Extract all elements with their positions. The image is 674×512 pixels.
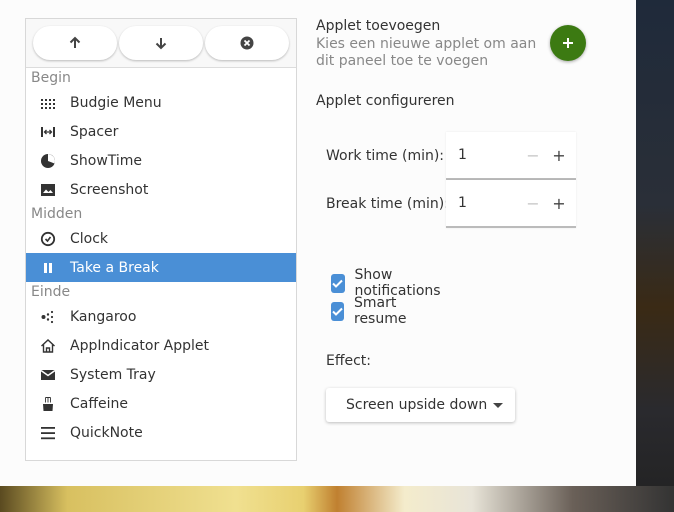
chevron-down-icon bbox=[493, 402, 503, 408]
list-item-showtime[interactable]: ShowTime bbox=[26, 146, 296, 175]
list-item-label: Caffeine bbox=[70, 395, 128, 412]
list-item-spacer[interactable]: Spacer bbox=[26, 117, 296, 146]
list-item-label: System Tray bbox=[70, 366, 156, 383]
list-item-screenshot[interactable]: Screenshot bbox=[26, 175, 296, 204]
arrow-down-icon bbox=[155, 38, 167, 50]
list-item-clock[interactable]: Clock bbox=[26, 224, 296, 253]
break-time-spinbutton: 1 − + bbox=[446, 180, 576, 228]
list-item-label: Screenshot bbox=[70, 181, 149, 198]
section-label-begin: Begin bbox=[31, 70, 71, 86]
work-time-value[interactable]: 1 bbox=[446, 147, 520, 163]
checkmark-icon bbox=[332, 279, 343, 288]
list-item-appindicator-applet[interactable]: AppIndicator Applet bbox=[26, 331, 296, 360]
break-time-label: Break time (min): bbox=[326, 196, 449, 212]
envelope-icon bbox=[40, 367, 56, 383]
kangaroo-dots-icon bbox=[40, 309, 56, 325]
effect-dropdown[interactable]: Screen upside down bbox=[326, 388, 515, 422]
list-item-budgie-menu[interactable]: Budgie Menu bbox=[26, 88, 296, 117]
move-up-button[interactable] bbox=[33, 26, 117, 60]
configure-applet-title: Applet configureren bbox=[316, 93, 455, 109]
work-time-increment-button[interactable]: + bbox=[546, 146, 572, 165]
list-item-partial[interactable] bbox=[26, 447, 296, 460]
plus-icon bbox=[563, 38, 573, 48]
remove-applet-button[interactable] bbox=[205, 26, 289, 60]
list-item-label: Budgie Menu bbox=[70, 94, 162, 111]
grid-dots-icon bbox=[40, 95, 56, 111]
list-item-quicknote[interactable]: QuickNote bbox=[26, 418, 296, 447]
menu-lines-icon bbox=[40, 425, 56, 441]
list-item-label: QuickNote bbox=[70, 424, 143, 441]
coffee-cup-icon bbox=[40, 396, 56, 412]
list-item-kangaroo[interactable]: Kangaroo bbox=[26, 302, 296, 331]
desktop-wallpaper bbox=[0, 486, 674, 512]
add-applet-button[interactable] bbox=[550, 25, 586, 61]
pause-icon bbox=[40, 260, 56, 276]
arrow-up-icon bbox=[69, 36, 81, 48]
applet-toolbar bbox=[26, 19, 296, 68]
home-icon bbox=[40, 338, 56, 354]
work-time-decrement-button[interactable]: − bbox=[520, 146, 546, 165]
break-time-decrement-button[interactable]: − bbox=[520, 194, 546, 213]
smart-resume-row[interactable]: Smart resume bbox=[331, 295, 412, 327]
list-item-label: Clock bbox=[70, 230, 109, 247]
break-time-increment-button[interactable]: + bbox=[546, 194, 572, 213]
section-label-midden: Midden bbox=[31, 206, 83, 222]
smart-resume-checkbox[interactable] bbox=[331, 301, 344, 321]
move-down-button[interactable] bbox=[119, 26, 203, 60]
settings-window: Begin Budgie Menu Spacer ShowTime Screen… bbox=[0, 0, 636, 486]
list-item-label: AppIndicator Applet bbox=[70, 337, 210, 354]
applet-list-panel: Begin Budgie Menu Spacer ShowTime Screen… bbox=[25, 18, 297, 461]
effect-label: Effect: bbox=[326, 353, 372, 369]
add-applet-title: Applet toevoegen bbox=[316, 18, 441, 34]
remove-circle-icon bbox=[240, 36, 254, 50]
list-item-label: ShowTime bbox=[70, 152, 143, 169]
list-item-label: Take a Break bbox=[70, 259, 159, 276]
show-notifications-checkbox[interactable] bbox=[331, 273, 345, 293]
list-item-label: Kangaroo bbox=[70, 308, 137, 325]
image-icon bbox=[40, 182, 56, 198]
break-time-value[interactable]: 1 bbox=[446, 195, 520, 211]
list-item-label: Spacer bbox=[70, 123, 119, 140]
clock-icon bbox=[40, 231, 56, 247]
work-time-label: Work time (min): bbox=[326, 148, 445, 164]
spacer-icon bbox=[40, 124, 56, 140]
list-item-caffeine[interactable]: Caffeine bbox=[26, 389, 296, 418]
clock-pie-icon bbox=[40, 153, 56, 169]
section-label-einde: Einde bbox=[31, 284, 71, 300]
add-applet-subtitle: Kies een nieuwe applet om aan dit paneel… bbox=[316, 36, 537, 69]
effect-selected-value: Screen upside down bbox=[346, 397, 488, 413]
list-item-take-a-break[interactable]: Take a Break bbox=[26, 253, 296, 282]
list-item-system-tray[interactable]: System Tray bbox=[26, 360, 296, 389]
work-time-spinbutton: 1 − + bbox=[446, 132, 576, 180]
smart-resume-label: Smart resume bbox=[354, 295, 407, 327]
checkmark-icon bbox=[332, 307, 343, 316]
